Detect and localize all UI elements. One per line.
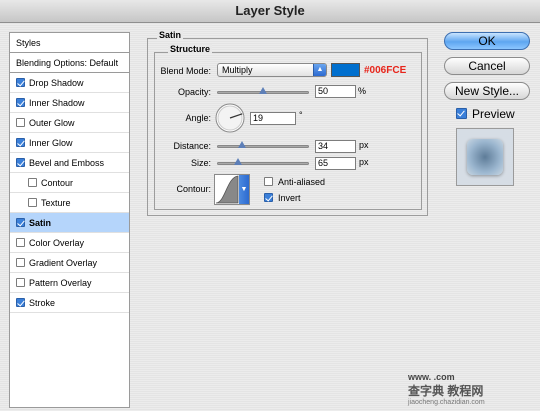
layer-style-dialog: Layer Style Styles Blending Options: Defa… — [0, 0, 540, 411]
sidebar-item-label: Styles — [16, 37, 41, 48]
sidebar-item-checkbox[interactable] — [16, 78, 25, 87]
window-title: Layer Style — [235, 3, 305, 18]
sidebar-item-label: Stroke — [29, 297, 56, 308]
invert-checkbox[interactable] — [264, 193, 273, 202]
sidebar-item-label: Drop Shadow — [29, 77, 84, 88]
sidebar-item[interactable]: Texture — [10, 193, 129, 213]
sidebar-item-label: Texture — [41, 197, 71, 208]
sidebar-item-checkbox[interactable] — [16, 278, 25, 287]
sidebar-item-checkbox[interactable] — [28, 178, 37, 187]
sidebar-item[interactable]: Styles — [10, 33, 129, 53]
sidebar-item-label: Inner Shadow — [29, 97, 85, 108]
title-bar: Layer Style — [0, 0, 540, 23]
size-slider[interactable] — [217, 158, 309, 165]
distance-label: Distance: — [173, 141, 211, 151]
sidebar-item-checkbox[interactable] — [16, 298, 25, 307]
preview-label: Preview — [472, 107, 515, 121]
sidebar-item-checkbox[interactable] — [16, 138, 25, 147]
sidebar-item[interactable]: Inner Shadow — [10, 93, 129, 113]
contour-dropdown-button[interactable]: ▼ — [239, 175, 249, 204]
sidebar-item-checkbox[interactable] — [16, 258, 25, 267]
size-label: Size: — [190, 158, 211, 168]
angle-dial-icon — [215, 103, 245, 133]
sidebar-item[interactable]: Stroke — [10, 293, 129, 313]
sidebar-item-label: Inner Glow — [29, 137, 73, 148]
sidebar-item-label: Contour — [41, 177, 74, 188]
sidebar-item-checkbox[interactable] — [16, 98, 25, 107]
size-unit: px — [359, 157, 369, 167]
sidebar-item[interactable]: Satin — [10, 213, 129, 233]
sidebar-item[interactable]: Contour — [10, 173, 129, 193]
preview-thumbnail — [456, 128, 514, 186]
watermark: www. .com 查字典 教程网 jiaocheng.chazidian.co… — [408, 372, 538, 410]
sidebar-item-checkbox[interactable] — [16, 218, 25, 227]
ok-button[interactable]: OK — [444, 32, 530, 50]
blend-mode-value: Multiply — [222, 65, 253, 75]
size-slider-thumb[interactable] — [234, 158, 243, 165]
sidebar-item-checkbox[interactable] — [28, 198, 37, 207]
sidebar-item[interactable]: Outer Glow — [10, 113, 129, 133]
contour-picker[interactable]: ▼ — [214, 174, 250, 205]
opacity-field[interactable]: 50 — [315, 85, 356, 98]
sidebar-item-label: Outer Glow — [29, 117, 75, 128]
watermark-url: www. .com — [408, 372, 455, 382]
contour-curve-icon — [215, 175, 239, 204]
sidebar-item[interactable]: Blending Options: Default — [10, 53, 129, 73]
styles-list: Styles Blending Options: Default Drop Shad… — [9, 32, 130, 408]
satin-group-title: Satin — [157, 30, 184, 40]
cancel-button[interactable]: Cancel — [444, 57, 530, 75]
opacity-label: Opacity: — [177, 87, 211, 97]
sidebar-item-checkbox[interactable] — [16, 238, 25, 247]
sidebar-item[interactable]: Inner Glow — [10, 133, 129, 153]
new-style-button[interactable]: New Style... — [444, 82, 530, 100]
sidebar-item[interactable]: Color Overlay — [10, 233, 129, 253]
sidebar-item-checkbox[interactable] — [16, 158, 25, 167]
angle-dial[interactable] — [215, 103, 245, 133]
blend-color-swatch[interactable] — [331, 63, 360, 77]
distance-field[interactable]: 34 — [315, 140, 356, 153]
chevron-updown-icon: ▲ — [313, 64, 326, 76]
sidebar-item-label: Bevel and Emboss — [29, 157, 105, 168]
sidebar-item-checkbox[interactable] — [16, 118, 25, 127]
anti-aliased-checkbox[interactable] — [264, 177, 273, 186]
anti-aliased-label: Anti-aliased — [278, 177, 326, 187]
blend-mode-select[interactable]: Multiply ▲ — [217, 63, 327, 77]
watermark-brand: 查字典 教程网 — [408, 384, 484, 398]
sidebar-item-label: Pattern Overlay — [29, 277, 92, 288]
distance-slider-thumb[interactable] — [237, 141, 246, 148]
watermark-sub: jiaocheng.chazidian.com — [408, 399, 485, 406]
angle-field[interactable]: 19 — [250, 112, 296, 125]
angle-label: Angle: — [185, 113, 211, 123]
sidebar-item-label: Gradient Overlay — [29, 257, 98, 268]
sidebar-item[interactable]: Bevel and Emboss — [10, 153, 129, 173]
color-annotation: #006FCE — [364, 65, 407, 76]
sidebar-item-label: Satin — [29, 217, 52, 228]
sidebar-item-label: Blending Options: Default — [16, 57, 119, 68]
opacity-slider[interactable] — [217, 87, 309, 94]
invert-label: Invert — [278, 193, 301, 203]
size-field[interactable]: 65 — [315, 157, 356, 170]
structure-group-title: Structure — [168, 44, 213, 54]
sidebar-item[interactable]: Pattern Overlay — [10, 273, 129, 293]
sidebar-item[interactable]: Gradient Overlay — [10, 253, 129, 273]
sidebar-item-label: Color Overlay — [29, 237, 85, 248]
blend-mode-label: Blend Mode: — [160, 66, 211, 76]
angle-unit: ° — [299, 110, 303, 120]
preview-checkbox[interactable] — [456, 108, 467, 119]
distance-unit: px — [359, 140, 369, 150]
distance-slider[interactable] — [217, 141, 309, 148]
sidebar-item[interactable]: Drop Shadow — [10, 73, 129, 93]
contour-label: Contour: — [176, 184, 211, 194]
preview-swatch — [467, 139, 503, 175]
opacity-slider-thumb[interactable] — [259, 87, 267, 94]
opacity-unit: % — [358, 86, 367, 96]
